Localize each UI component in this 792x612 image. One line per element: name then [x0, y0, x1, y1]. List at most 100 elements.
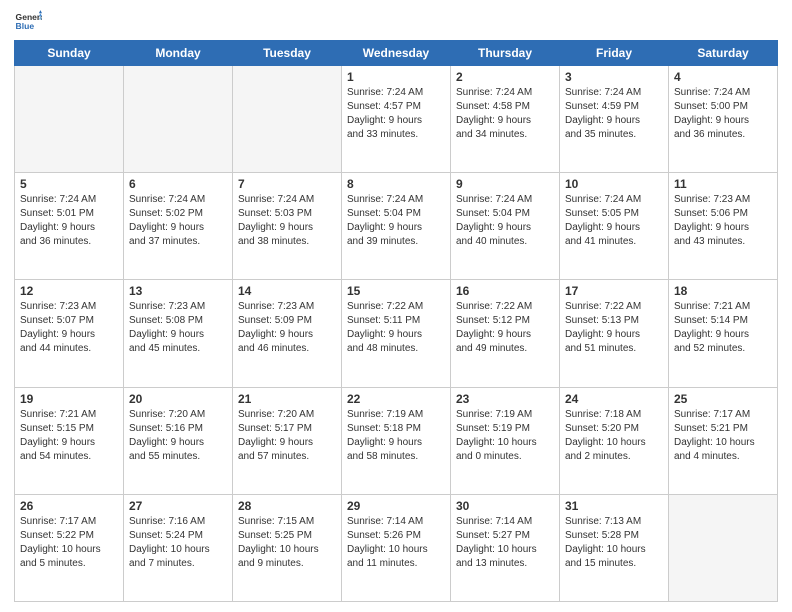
calendar-table: SundayMondayTuesdayWednesdayThursdayFrid…: [14, 40, 778, 602]
cell-info: Sunrise: 7:24 AM Sunset: 4:57 PM Dayligh…: [347, 86, 445, 142]
day-number: 26: [20, 499, 118, 513]
day-number: 18: [674, 284, 772, 298]
cell-info: Sunrise: 7:24 AM Sunset: 5:01 PM Dayligh…: [20, 193, 118, 249]
calendar-cell: 29 Sunrise: 7:14 AM Sunset: 5:26 PM Dayli…: [342, 494, 451, 601]
day-number: 22: [347, 392, 445, 406]
calendar-cell: 19 Sunrise: 7:21 AM Sunset: 5:15 PM Dayli…: [15, 387, 124, 494]
calendar-cell: 28 Sunrise: 7:15 AM Sunset: 5:25 PM Dayli…: [233, 494, 342, 601]
calendar-cell: 12 Sunrise: 7:23 AM Sunset: 5:07 PM Dayli…: [15, 280, 124, 387]
weekday-header-thursday: Thursday: [451, 41, 560, 66]
calendar-cell: 4Sunrise: 7:24 AM Sunset: 5:00 PM Daylig…: [669, 66, 778, 173]
cell-info: Sunrise: 7:13 AM Sunset: 5:28 PM Dayligh…: [565, 515, 663, 571]
calendar-cell: 17 Sunrise: 7:22 AM Sunset: 5:13 PM Dayli…: [560, 280, 669, 387]
calendar-cell: 23 Sunrise: 7:19 AM Sunset: 5:19 PM Dayli…: [451, 387, 560, 494]
day-number: 9: [456, 177, 554, 191]
svg-text:Blue: Blue: [16, 21, 35, 31]
calendar-cell: 9 Sunrise: 7:24 AM Sunset: 5:04 PM Daylig…: [451, 173, 560, 280]
calendar-cell: 10 Sunrise: 7:24 AM Sunset: 5:05 PM Dayli…: [560, 173, 669, 280]
calendar-cell: 11 Sunrise: 7:23 AM Sunset: 5:06 PM Dayli…: [669, 173, 778, 280]
calendar-cell: 25Sunrise: 7:17 AM Sunset: 5:21 PM Dayli…: [669, 387, 778, 494]
cell-info: Sunrise: 7:17 AM Sunset: 5:21 PM Dayligh…: [674, 408, 772, 464]
day-number: 19: [20, 392, 118, 406]
day-number: 6: [129, 177, 227, 191]
day-number: 30: [456, 499, 554, 513]
day-number: 3: [565, 70, 663, 84]
weekday-header-sunday: Sunday: [15, 41, 124, 66]
calendar-cell: 26Sunrise: 7:17 AM Sunset: 5:22 PM Dayli…: [15, 494, 124, 601]
day-number: 16: [456, 284, 554, 298]
day-number: 8: [347, 177, 445, 191]
calendar-cell: 8 Sunrise: 7:24 AM Sunset: 5:04 PM Daylig…: [342, 173, 451, 280]
day-number: 20: [129, 392, 227, 406]
cell-info: Sunrise: 7:16 AM Sunset: 5:24 PM Dayligh…: [129, 515, 227, 571]
calendar-cell: 20 Sunrise: 7:20 AM Sunset: 5:16 PM Dayli…: [124, 387, 233, 494]
cell-info: Sunrise: 7:23 AM Sunset: 5:06 PM Dayligh…: [674, 193, 772, 249]
calendar-week-1: 5Sunrise: 7:24 AM Sunset: 5:01 PM Daylig…: [15, 173, 778, 280]
cell-info: Sunrise: 7:21 AM Sunset: 5:15 PM Dayligh…: [20, 408, 118, 464]
calendar-week-0: 1 Sunrise: 7:24 AM Sunset: 4:57 PM Daylig…: [15, 66, 778, 173]
cell-info: Sunrise: 7:22 AM Sunset: 5:12 PM Dayligh…: [456, 300, 554, 356]
cell-info: Sunrise: 7:24 AM Sunset: 4:58 PM Dayligh…: [456, 86, 554, 142]
calendar-cell: 2 Sunrise: 7:24 AM Sunset: 4:58 PM Daylig…: [451, 66, 560, 173]
day-number: 27: [129, 499, 227, 513]
cell-info: Sunrise: 7:22 AM Sunset: 5:13 PM Dayligh…: [565, 300, 663, 356]
header: General Blue: [14, 10, 778, 32]
logo: General Blue: [14, 10, 42, 32]
calendar-cell: 24 Sunrise: 7:18 AM Sunset: 5:20 PM Dayli…: [560, 387, 669, 494]
calendar-cell: 7Sunrise: 7:24 AM Sunset: 5:03 PM Daylig…: [233, 173, 342, 280]
day-number: 31: [565, 499, 663, 513]
cell-info: Sunrise: 7:24 AM Sunset: 5:00 PM Dayligh…: [674, 86, 772, 142]
page: General Blue SundayMondayTuesdayWednesda…: [0, 0, 792, 612]
calendar-cell: 18Sunrise: 7:21 AM Sunset: 5:14 PM Dayli…: [669, 280, 778, 387]
weekday-header-saturday: Saturday: [669, 41, 778, 66]
calendar-cell: 3 Sunrise: 7:24 AM Sunset: 4:59 PM Daylig…: [560, 66, 669, 173]
day-number: 23: [456, 392, 554, 406]
day-number: 17: [565, 284, 663, 298]
calendar-cell: 21Sunrise: 7:20 AM Sunset: 5:17 PM Dayli…: [233, 387, 342, 494]
calendar-cell: [124, 66, 233, 173]
day-number: 10: [565, 177, 663, 191]
day-number: 1: [347, 70, 445, 84]
calendar-cell: [233, 66, 342, 173]
cell-info: Sunrise: 7:14 AM Sunset: 5:26 PM Dayligh…: [347, 515, 445, 571]
cell-info: Sunrise: 7:15 AM Sunset: 5:25 PM Dayligh…: [238, 515, 336, 571]
weekday-header-tuesday: Tuesday: [233, 41, 342, 66]
calendar-week-2: 12 Sunrise: 7:23 AM Sunset: 5:07 PM Dayli…: [15, 280, 778, 387]
day-number: 11: [674, 177, 772, 191]
cell-info: Sunrise: 7:24 AM Sunset: 5:05 PM Dayligh…: [565, 193, 663, 249]
cell-info: Sunrise: 7:19 AM Sunset: 5:19 PM Dayligh…: [456, 408, 554, 464]
calendar-cell: 1 Sunrise: 7:24 AM Sunset: 4:57 PM Daylig…: [342, 66, 451, 173]
calendar-cell: 27 Sunrise: 7:16 AM Sunset: 5:24 PM Dayli…: [124, 494, 233, 601]
cell-info: Sunrise: 7:23 AM Sunset: 5:07 PM Dayligh…: [20, 300, 118, 356]
calendar-cell: 16 Sunrise: 7:22 AM Sunset: 5:12 PM Dayli…: [451, 280, 560, 387]
cell-info: Sunrise: 7:24 AM Sunset: 5:04 PM Dayligh…: [456, 193, 554, 249]
cell-info: Sunrise: 7:24 AM Sunset: 5:02 PM Dayligh…: [129, 193, 227, 249]
calendar-cell: [669, 494, 778, 601]
cell-info: Sunrise: 7:18 AM Sunset: 5:20 PM Dayligh…: [565, 408, 663, 464]
day-number: 7: [238, 177, 336, 191]
calendar-cell: 22 Sunrise: 7:19 AM Sunset: 5:18 PM Dayli…: [342, 387, 451, 494]
cell-info: Sunrise: 7:20 AM Sunset: 5:16 PM Dayligh…: [129, 408, 227, 464]
cell-info: Sunrise: 7:14 AM Sunset: 5:27 PM Dayligh…: [456, 515, 554, 571]
cell-info: Sunrise: 7:24 AM Sunset: 5:04 PM Dayligh…: [347, 193, 445, 249]
calendar-cell: [15, 66, 124, 173]
day-number: 15: [347, 284, 445, 298]
day-number: 29: [347, 499, 445, 513]
weekday-header-wednesday: Wednesday: [342, 41, 451, 66]
day-number: 28: [238, 499, 336, 513]
day-number: 13: [129, 284, 227, 298]
calendar-week-4: 26Sunrise: 7:17 AM Sunset: 5:22 PM Dayli…: [15, 494, 778, 601]
day-number: 2: [456, 70, 554, 84]
calendar-week-3: 19 Sunrise: 7:21 AM Sunset: 5:15 PM Dayli…: [15, 387, 778, 494]
cell-info: Sunrise: 7:20 AM Sunset: 5:17 PM Dayligh…: [238, 408, 336, 464]
day-number: 12: [20, 284, 118, 298]
cell-info: Sunrise: 7:24 AM Sunset: 4:59 PM Dayligh…: [565, 86, 663, 142]
day-number: 24: [565, 392, 663, 406]
weekday-header-monday: Monday: [124, 41, 233, 66]
calendar-cell: 5Sunrise: 7:24 AM Sunset: 5:01 PM Daylig…: [15, 173, 124, 280]
day-number: 14: [238, 284, 336, 298]
cell-info: Sunrise: 7:23 AM Sunset: 5:08 PM Dayligh…: [129, 300, 227, 356]
calendar-cell: 13 Sunrise: 7:23 AM Sunset: 5:08 PM Dayli…: [124, 280, 233, 387]
cell-info: Sunrise: 7:19 AM Sunset: 5:18 PM Dayligh…: [347, 408, 445, 464]
calendar-cell: 30 Sunrise: 7:14 AM Sunset: 5:27 PM Dayli…: [451, 494, 560, 601]
